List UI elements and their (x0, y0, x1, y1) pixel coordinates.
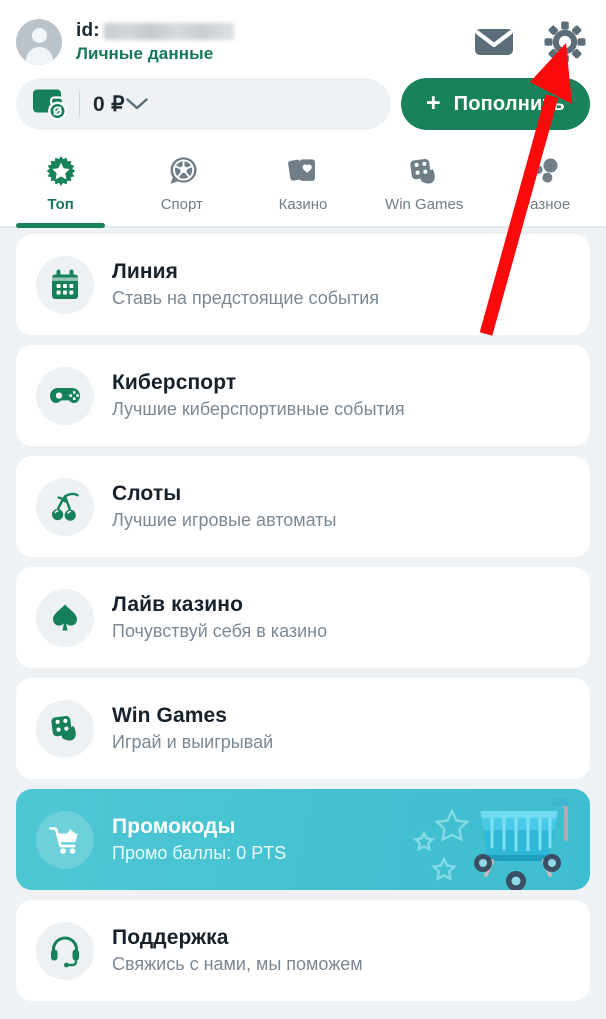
soccer-ball-icon (165, 154, 199, 190)
list-item-subtitle: Промо баллы: 0 PTS (112, 843, 287, 863)
dice-icon (36, 699, 94, 758)
list-item-live-casino[interactable]: Лайв казино Почувствуй себя в казино (16, 567, 590, 668)
account-id-label: id: (76, 20, 100, 41)
menu-list: Линия Ставь на предстоящие события Кибер… (0, 228, 606, 1001)
shopping-cart-icon (36, 810, 94, 869)
list-item-text: Поддержка Свяжись с нами, мы поможем (112, 926, 363, 975)
list-item-text: Киберспорт Лучшие киберспортивные событи… (112, 371, 405, 420)
list-item-text: Промокоды Промо баллы: 0 PTS (112, 815, 286, 864)
list-item-text: Линия Ставь на предстоящие события (112, 260, 379, 309)
list-item-title: Киберспорт (112, 371, 237, 394)
balance-row: 0 ₽ + Пополнить (16, 74, 590, 146)
list-item-promocodes[interactable]: Промокоды Промо баллы: 0 PTS (16, 789, 590, 890)
list-item-title: Линия (112, 260, 178, 283)
account-id-block: id: Личные данные (76, 20, 234, 64)
list-item-title: Поддержка (112, 926, 229, 949)
list-item-title: Слоты (112, 482, 182, 505)
tab-label: Спорт (160, 196, 203, 213)
topup-button[interactable]: + Пополнить (401, 78, 590, 130)
envelope-icon[interactable] (474, 27, 514, 57)
spade-icon (36, 588, 94, 647)
gamepad-icon (36, 366, 94, 425)
headset-icon (36, 921, 94, 980)
tab-casino[interactable]: Казино (242, 146, 363, 226)
wallet-refresh-icon (30, 87, 68, 121)
list-item-title: Win Games (112, 704, 228, 727)
wallet-divider (79, 91, 80, 117)
tab-sport[interactable]: Спорт (121, 146, 242, 226)
list-item-subtitle: Играй и выигрывай (112, 732, 274, 752)
list-item-support[interactable]: Поддержка Свяжись с нами, мы поможем (16, 900, 590, 1001)
list-item-subtitle: Свяжись с нами, мы поможем (112, 954, 363, 974)
tab-more[interactable]: Разное (485, 146, 606, 226)
list-item-subtitle: Лучшие киберспортивные события (112, 399, 405, 419)
gear-icon[interactable] (544, 21, 586, 63)
account-row: id: Личные данные (16, 10, 590, 74)
tab-label: Win Games (385, 196, 464, 213)
tab-label: Топ (47, 196, 74, 213)
list-item-subtitle: Лучшие игровые автоматы (112, 510, 337, 530)
dice-icon (407, 154, 441, 190)
tab-top[interactable]: Топ (0, 146, 121, 228)
list-item-text: Лайв казино Почувствуй себя в казино (112, 593, 327, 642)
header-actions (474, 21, 590, 63)
promo-cart-illustration (412, 798, 569, 890)
list-item-line[interactable]: Линия Ставь на предстоящие события (16, 234, 590, 335)
list-item-win-games[interactable]: Win Games Играй и выигрывай (16, 678, 590, 779)
account-id-value-redacted (103, 22, 234, 40)
list-item-title: Промокоды (112, 815, 236, 838)
account-id-line: id: (76, 20, 234, 42)
balance-amount: 0 ₽ (93, 92, 125, 116)
star-badge-icon (44, 154, 78, 190)
more-dots-icon (528, 154, 562, 190)
personal-data-link[interactable]: Личные данные (76, 44, 234, 64)
list-item-subtitle: Почувствуй себя в казино (112, 621, 328, 641)
topup-button-label: Пополнить (453, 92, 565, 115)
cherries-icon (36, 477, 94, 536)
list-item-esports[interactable]: Киберспорт Лучшие киберспортивные событи… (16, 345, 590, 446)
playing-cards-icon (286, 154, 320, 190)
list-item-slots[interactable]: Слоты Лучшие игровые автоматы (16, 456, 590, 557)
list-item-title: Лайв казино (112, 593, 243, 616)
tab-win-games[interactable]: Win Games (364, 146, 485, 226)
tab-label: Разное (520, 196, 571, 213)
list-item-text: Win Games Играй и выигрывай (112, 704, 273, 753)
calendar-icon (36, 255, 94, 314)
tab-label: Казино (278, 196, 328, 213)
list-item-text: Слоты Лучшие игровые автоматы (112, 482, 336, 531)
list-item-subtitle: Ставь на предстоящие события (112, 288, 380, 308)
balance-selector[interactable]: 0 ₽ (16, 78, 392, 130)
chevron-down-icon[interactable] (125, 97, 149, 111)
user-avatar-icon[interactable] (16, 19, 62, 65)
plus-icon: + (426, 88, 441, 117)
header: id: Личные данные 0 ₽ + Пополнить (0, 0, 606, 146)
category-tabs: Топ Спорт Казино Win Games Разное (0, 146, 606, 228)
app-screen: id: Личные данные 0 ₽ + Пополнить Топ Сп… (0, 0, 606, 1019)
